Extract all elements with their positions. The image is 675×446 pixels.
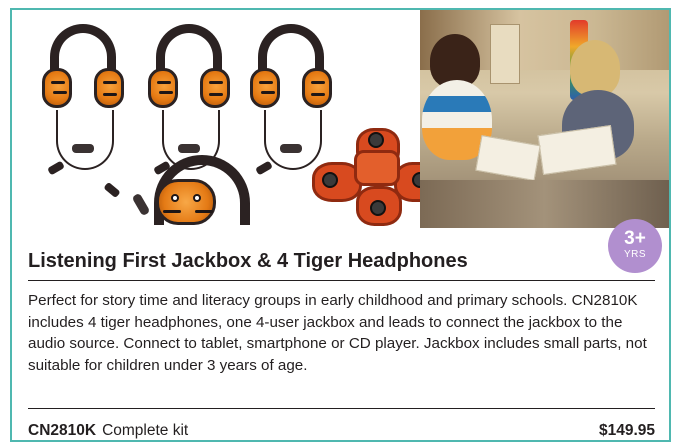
product-card: 3+ YRS Listening First Jackbox & 4 Tiger… [10,8,671,442]
product-price: $149.95 [598,422,655,439]
product-photo-headphones [12,10,440,228]
product-title: Listening First Jackbox & 4 Tiger Headph… [28,250,468,272]
tiger-headphone-icon [42,24,128,184]
sku-code: CN2810K [28,422,97,439]
age-badge-value: 3+ [624,228,646,249]
sku-description: Complete kit [102,422,189,439]
product-image [12,10,669,228]
children-reading-photo [420,10,669,228]
divider [28,408,655,409]
sku-row: CN2810K Complete kit $149.95 [28,422,655,444]
age-badge: 3+ YRS [608,219,662,273]
divider [28,280,655,281]
tiger-headphone-icon [144,155,254,228]
age-badge-unit: YRS [623,249,647,260]
product-description: Perfect for story time and literacy grou… [28,292,647,374]
